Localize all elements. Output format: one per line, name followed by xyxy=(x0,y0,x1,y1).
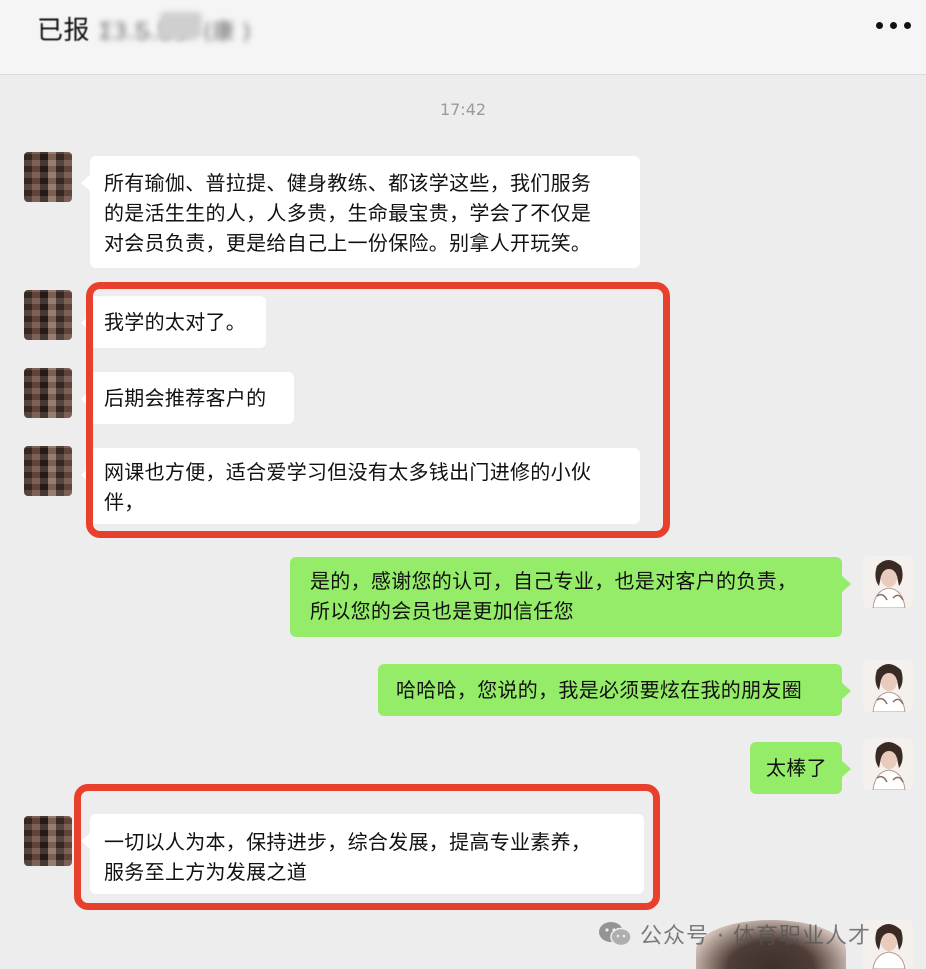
message-text-line: 伴， xyxy=(104,490,145,514)
user-avatar[interactable] xyxy=(863,738,913,790)
title-redaction xyxy=(160,12,202,38)
chat-header: 已报 Ʃ3.Ƽ.ƼƷ. (康 ) xyxy=(0,0,926,75)
message-bubble-incoming[interactable]: 我学的太对了。 xyxy=(81,296,266,348)
message-bubble-outgoing[interactable]: 是的，感谢您的认可，自己专业，也是对客户的负责， 所以您的会员也是更加信任您 xyxy=(290,557,851,637)
message-text-line: 所以您的会员也是更加信任您 xyxy=(310,599,574,623)
message-text-line: 后期会推荐客户的 xyxy=(104,386,267,410)
watermark-text: 公众号 · 体育职业人才 xyxy=(640,924,871,949)
wechat-icon xyxy=(598,920,632,948)
message-text-line: 我学的太对了。 xyxy=(104,310,247,334)
message-text-line: 所有瑜伽、普拉提、健身教练、都该学这些，我们服务 xyxy=(104,171,592,195)
message-bubble-incoming[interactable]: 一切以人为本，保持进步，综合发展，提高专业素养， 服务至上方为发展之道 xyxy=(81,814,644,894)
message-text-line: 哈哈哈，您说的，我是必须要炫在我的朋友圈 xyxy=(396,678,802,702)
chat-screen: 已报 Ʃ3.Ƽ.ƼƷ. (康 ) 17:42 所有瑜伽、普拉提、健身教练、都该学… xyxy=(0,0,926,969)
chat-title-visible: 已报 xyxy=(37,16,91,46)
message-text-line: 的是活生生的人，人多贵，生命最宝贵，学会了不仅是 xyxy=(104,201,592,225)
message-text-line: 对会员负责，更是给自己上一份保险。别拿人开玩笑。 xyxy=(104,231,592,255)
message-text-line: 太棒了 xyxy=(766,756,827,780)
message-timestamp: 17:42 xyxy=(439,100,487,119)
message-bubble-outgoing[interactable]: 哈哈哈，您说的，我是必须要炫在我的朋友圈 xyxy=(378,664,851,716)
chat-title[interactable]: 已报 Ʃ3.Ƽ.ƼƷ. (康 ) xyxy=(37,10,251,47)
contact-avatar[interactable] xyxy=(24,290,72,340)
message-text-line: 网课也方便，适合爱学习但没有太多钱出门进修的小伙 xyxy=(104,460,592,484)
message-bubble-outgoing[interactable]: 太棒了 xyxy=(750,742,851,794)
message-text-line: 是的，感谢您的认可，自己专业，也是对客户的负责， xyxy=(310,569,798,593)
contact-avatar[interactable] xyxy=(24,152,72,202)
contact-avatar[interactable] xyxy=(24,816,72,866)
message-text-line: 一切以人为本，保持进步，综合发展，提高专业素养， xyxy=(104,830,592,854)
message-text-line: 服务至上方为发展之道 xyxy=(104,860,307,884)
message-bubble-incoming[interactable]: 后期会推荐客户的 xyxy=(81,372,294,424)
user-avatar[interactable] xyxy=(863,660,913,712)
more-dots-icon[interactable] xyxy=(876,12,912,38)
user-avatar[interactable] xyxy=(863,556,913,608)
contact-avatar[interactable] xyxy=(24,368,72,418)
watermark: 公众号 · 体育职业人才 xyxy=(598,918,871,950)
contact-avatar[interactable] xyxy=(24,446,72,496)
message-bubble-incoming[interactable]: 网课也方便，适合爱学习但没有太多钱出门进修的小伙 伴， xyxy=(81,448,640,524)
message-bubble-incoming[interactable]: 所有瑜伽、普拉提、健身教练、都该学这些，我们服务 的是活生生的人，人多贵，生命最… xyxy=(81,156,640,268)
